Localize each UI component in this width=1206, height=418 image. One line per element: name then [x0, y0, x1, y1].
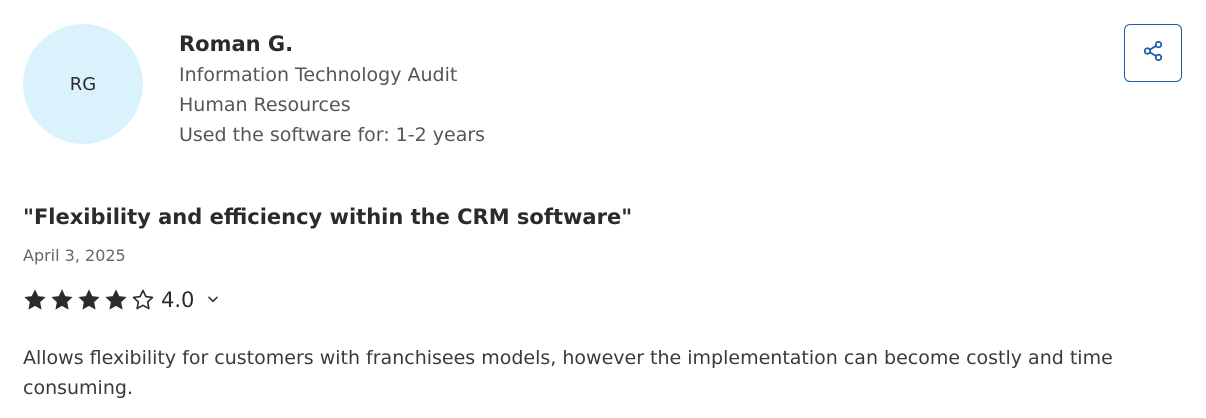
avatar-initials: RG — [69, 73, 97, 95]
chevron-down-icon — [206, 291, 220, 310]
avatar: RG — [23, 24, 143, 144]
review-body: Allows flexibility for customers with fr… — [23, 347, 1113, 399]
star-filled-icon — [50, 288, 74, 312]
star-filled-icon — [23, 288, 47, 312]
reviewer-info: Roman G. Information Technology Audit Hu… — [179, 30, 485, 150]
rating-row: 4.0 — [23, 284, 220, 316]
reviewer-name: Roman G. — [179, 32, 294, 56]
star-outline-icon — [131, 288, 155, 312]
reviewer-usage-duration: Used the software for: 1-2 years — [179, 124, 486, 146]
star-filled-icon — [104, 288, 128, 312]
share-button[interactable] — [1124, 24, 1182, 82]
review-date: April 3, 2025 — [23, 246, 126, 265]
rating-value: 4.0 — [161, 288, 195, 312]
star-rating — [23, 288, 155, 312]
reviewer-department: Human Resources — [179, 94, 351, 116]
reviewer-industry: Information Technology Audit — [179, 64, 458, 86]
share-icon — [1142, 40, 1164, 66]
review-title: "Flexibility and efficiency within the C… — [23, 205, 633, 229]
rating-breakdown-toggle[interactable] — [206, 291, 220, 310]
star-filled-icon — [77, 288, 101, 312]
review-card: RG Roman G. Information Technology Audit… — [0, 0, 1206, 418]
